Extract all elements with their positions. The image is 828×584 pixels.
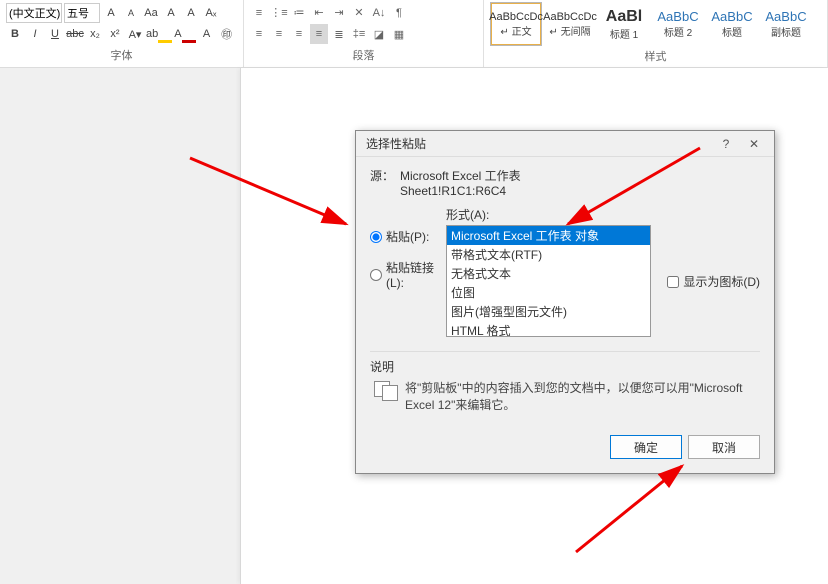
radio-paste[interactable]: 粘贴(P):: [370, 228, 438, 245]
paste-special-dialog: 选择性粘贴 ? ✕ 源： Microsoft Excel 工作表 Sheet1!…: [355, 130, 775, 474]
strikethrough-button[interactable]: abc: [66, 24, 84, 44]
ribbon-group-styles: AaBbCcDc↵ 正文AaBbCcDc↵ 无间隔AaBl标题 1AaBbC标题…: [484, 0, 828, 67]
group-label-styles: 样式: [490, 46, 821, 68]
justify-button[interactable]: ≡: [310, 24, 328, 44]
borders-button[interactable]: ▦: [390, 24, 408, 44]
indent-increase-button[interactable]: ⇥: [330, 3, 348, 23]
group-label-paragraph: 段落: [250, 45, 477, 67]
close-button[interactable]: ✕: [740, 133, 768, 155]
font-name-selector[interactable]: (中文正文): [6, 3, 62, 23]
line-spacing-button[interactable]: ‡≡: [350, 24, 368, 44]
display-as-icon-checkbox[interactable]: [667, 276, 679, 288]
style-item[interactable]: AaBbC副标题: [760, 2, 812, 46]
show-marks-button[interactable]: ¶: [390, 3, 408, 23]
embed-icon: [372, 379, 397, 399]
subscript-button[interactable]: x₂: [86, 24, 104, 44]
style-item[interactable]: AaBbC标题: [706, 2, 758, 46]
format-list-item[interactable]: 图片(增强型图元文件): [447, 302, 650, 321]
shrink-font-button[interactable]: A: [122, 3, 140, 23]
numbering-button[interactable]: ⋮≡: [270, 3, 288, 23]
description-label: 说明: [370, 358, 760, 375]
bold-button[interactable]: B: [6, 24, 24, 44]
format-list-item[interactable]: 无格式文本: [447, 264, 650, 283]
char-shading-button[interactable]: A: [198, 24, 216, 44]
dialog-titlebar: 选择性粘贴 ? ✕: [356, 131, 774, 157]
format-list-item[interactable]: HTML 格式: [447, 321, 650, 337]
align-right-button[interactable]: ≡: [290, 24, 308, 44]
ribbon-group-paragraph: ≡ ⋮≡ ≔ ⇤ ⇥ ✕ A↓ ¶ ≡ ≡ ≡ ≡ ≣ ‡≡ ◪ ▦ 段落: [244, 0, 484, 67]
style-gallery[interactable]: AaBbCcDc↵ 正文AaBbCcDc↵ 无间隔AaBl标题 1AaBbC标题…: [490, 2, 821, 46]
multilevel-button[interactable]: ≔: [290, 3, 308, 23]
style-item[interactable]: AaBbCcDc↵ 无间隔: [544, 2, 596, 46]
text-effects-button[interactable]: A▾: [126, 24, 144, 44]
format-listbox[interactable]: Microsoft Excel 工作表 对象带格式文本(RTF)无格式文本位图图…: [446, 225, 651, 337]
style-item[interactable]: AaBl标题 1: [598, 2, 650, 46]
bullets-button[interactable]: ≡: [250, 3, 268, 23]
align-center-button[interactable]: ≡: [270, 24, 288, 44]
sort-button[interactable]: A↓: [370, 3, 388, 23]
help-button[interactable]: ?: [712, 133, 740, 155]
display-as-icon-label: 显示为图标(D): [683, 273, 760, 290]
superscript-button[interactable]: x²: [106, 24, 124, 44]
group-label-font: 字体: [6, 45, 237, 67]
highlight-button[interactable]: ab: [146, 24, 172, 44]
underline-button[interactable]: U: [46, 24, 64, 44]
enclose-char-button[interactable]: ㊞: [218, 24, 236, 44]
radio-paste-input[interactable]: [370, 231, 382, 243]
radio-paste-link-input[interactable]: [370, 269, 382, 281]
font-color-button[interactable]: A: [174, 24, 195, 44]
source-reference: Sheet1!R1C1:R6C4: [400, 184, 506, 198]
format-list-item[interactable]: 带格式文本(RTF): [447, 245, 650, 264]
style-item[interactable]: AaBbCcDc↵ 正文: [490, 2, 542, 46]
source-label: 源：: [370, 167, 394, 184]
radio-paste-label: 粘贴(P):: [386, 228, 429, 245]
format-list-item[interactable]: 位图: [447, 283, 650, 302]
source-app: Microsoft Excel 工作表: [400, 167, 521, 184]
font-size-selector[interactable]: 五号: [64, 3, 100, 23]
indent-decrease-button[interactable]: ⇤: [310, 3, 328, 23]
ribbon: (中文正文) 五号 A A Aa A A Aₓ B I U abc x₂ x² …: [0, 0, 828, 68]
text-direction-button[interactable]: ✕: [350, 3, 368, 23]
format-list-item[interactable]: Microsoft Excel 工作表 对象: [447, 226, 650, 245]
change-case-button[interactable]: A: [182, 3, 200, 23]
shading-button[interactable]: ◪: [370, 24, 388, 44]
italic-button[interactable]: I: [26, 24, 44, 44]
ok-button[interactable]: 确定: [610, 435, 682, 459]
cancel-button[interactable]: 取消: [688, 435, 760, 459]
description-text: 将"剪贴板"中的内容插入到您的文档中，以便您可以用"Microsoft Exce…: [405, 379, 758, 413]
char-border-button[interactable]: A: [162, 3, 180, 23]
distribute-button[interactable]: ≣: [330, 24, 348, 44]
clear-format-button[interactable]: Aₓ: [202, 3, 220, 23]
radio-paste-link[interactable]: 粘贴链接(L):: [370, 259, 438, 290]
ribbon-group-font: (中文正文) 五号 A A Aa A A Aₓ B I U abc x₂ x² …: [0, 0, 244, 67]
format-label: 形式(A):: [446, 206, 659, 223]
align-left-button[interactable]: ≡: [250, 24, 268, 44]
grow-font-button[interactable]: A: [102, 3, 120, 23]
style-item[interactable]: AaBbC标题 2: [652, 2, 704, 46]
dialog-title: 选择性粘贴: [366, 135, 712, 152]
phonetic-button[interactable]: Aa: [142, 3, 160, 23]
radio-paste-link-label: 粘贴链接(L):: [386, 259, 438, 290]
